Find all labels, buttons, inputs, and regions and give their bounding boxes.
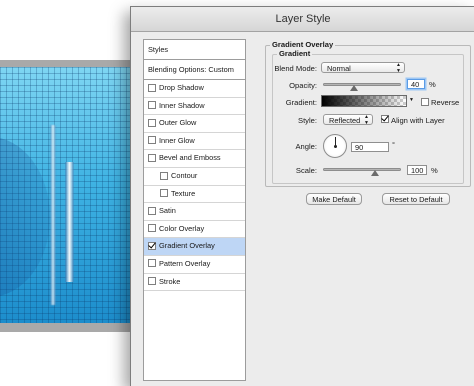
section-title: Gradient Overlay <box>270 40 336 49</box>
style-item-stroke[interactable]: Stroke <box>144 274 245 292</box>
style-item-bevel-and-emboss[interactable]: Bevel and Emboss <box>144 150 245 168</box>
opacity-slider-thumb[interactable] <box>350 85 359 91</box>
style-item-pattern-overlay[interactable]: Pattern Overlay <box>144 256 245 274</box>
style-label: Style: <box>298 116 317 125</box>
gradient-dropdown-icon[interactable]: ▼ <box>409 97 414 103</box>
style-item-label: Inner Shadow <box>159 100 205 110</box>
align-with-layer-label: Align with Layer <box>391 116 445 125</box>
style-item-label: Color Overlay <box>159 223 205 233</box>
select-arrows-icon: ▲ ▼ <box>364 114 369 126</box>
style-item-label: Bevel and Emboss <box>159 153 221 163</box>
opacity-slider[interactable] <box>323 83 401 86</box>
opacity-unit: % <box>429 80 436 89</box>
reset-to-default-button[interactable]: Reset to Default <box>382 193 450 205</box>
style-checkbox[interactable] <box>148 206 156 215</box>
make-default-button[interactable]: Make Default <box>306 193 362 205</box>
styles-panel: Styles Blending Options: Custom Drop Sha… <box>143 39 246 381</box>
style-checkbox[interactable] <box>148 101 156 110</box>
gradient-label: Gradient: <box>285 98 317 107</box>
canvas-shape-left <box>0 137 50 297</box>
scale-unit: % <box>431 166 438 175</box>
style-item-label: Pattern Overlay <box>159 258 211 268</box>
style-item-outer-glow[interactable]: Outer Glow <box>144 115 245 133</box>
opacity-input[interactable]: 40 <box>407 79 425 89</box>
style-item-color-overlay[interactable]: Color Overlay <box>144 221 245 239</box>
style-checkbox[interactable] <box>160 171 168 180</box>
gradient-picker[interactable] <box>321 95 407 107</box>
reverse-checkbox[interactable] <box>421 98 429 106</box>
style-item-drop-shadow[interactable]: Drop Shadow <box>144 80 245 98</box>
scale-input[interactable]: 100 <box>407 165 427 175</box>
style-checkbox[interactable] <box>160 189 168 198</box>
style-item-gradient-overlay[interactable]: Gradient Overlay <box>144 238 245 256</box>
gradient-group: Gradient Blend Mode: Normal ▲ ▼ Opacity: … <box>272 49 464 184</box>
scale-slider-thumb[interactable] <box>371 170 380 176</box>
angle-center-dot <box>333 145 337 148</box>
scale-label: Scale: <box>295 166 317 175</box>
style-item-label: Contour <box>171 170 198 180</box>
layer-style-dialog: Layer Style Styles Blending Options: Cus… <box>130 6 474 386</box>
style-item-label: Satin <box>159 206 176 216</box>
blend-mode-label: Blend Mode: <box>274 64 317 73</box>
canvas-ridge-right <box>65 162 74 282</box>
style-item-inner-shadow[interactable]: Inner Shadow <box>144 98 245 116</box>
align-with-layer-checkbox[interactable] <box>381 115 389 123</box>
style-checkbox[interactable] <box>148 241 156 250</box>
angle-unit: ° <box>392 140 396 149</box>
gradient-overlay-section: Gradient Overlay Gradient Blend Mode: No… <box>265 40 471 187</box>
angle-label: Angle: <box>295 142 317 151</box>
canvas-ridge-left <box>50 125 56 305</box>
style-item-label: Texture <box>171 188 196 198</box>
style-value: Reflected <box>329 116 361 125</box>
style-item-label: Inner Glow <box>159 135 195 145</box>
style-checkbox[interactable] <box>148 118 156 127</box>
scale-slider[interactable] <box>323 168 401 171</box>
style-checkbox[interactable] <box>148 83 156 92</box>
select-arrows-icon: ▲ ▼ <box>396 62 401 74</box>
dialog-title: Layer Style <box>131 7 474 32</box>
style-item-texture[interactable]: Texture <box>144 186 245 204</box>
angle-input[interactable]: 90 <box>351 142 389 152</box>
styles-header[interactable]: Styles <box>144 40 245 60</box>
group-title: Gradient <box>277 49 313 58</box>
style-item-contour[interactable]: Contour <box>144 168 245 186</box>
style-checkbox[interactable] <box>148 136 156 145</box>
style-checkbox[interactable] <box>148 153 156 162</box>
style-item-label: Outer Glow <box>159 118 197 128</box>
blending-options-item[interactable]: Blending Options: Custom <box>144 60 245 80</box>
document-canvas <box>0 67 140 323</box>
opacity-label: Opacity: <box>289 81 317 90</box>
style-checkbox[interactable] <box>148 259 156 268</box>
blend-mode-select[interactable]: Normal ▲ ▼ <box>321 62 405 73</box>
blend-mode-value: Normal <box>327 64 351 73</box>
style-checkbox[interactable] <box>148 277 156 286</box>
style-select[interactable]: Reflected ▲ ▼ <box>323 114 373 125</box>
style-checkbox[interactable] <box>148 224 156 233</box>
angle-dial[interactable] <box>323 134 347 158</box>
style-item-label: Drop Shadow <box>159 83 204 92</box>
style-item-satin[interactable]: Satin <box>144 203 245 221</box>
reverse-label: Reverse <box>431 98 460 107</box>
style-item-label: Gradient Overlay <box>159 241 215 251</box>
style-item-label: Stroke <box>159 276 181 286</box>
style-item-inner-glow[interactable]: Inner Glow <box>144 133 245 151</box>
